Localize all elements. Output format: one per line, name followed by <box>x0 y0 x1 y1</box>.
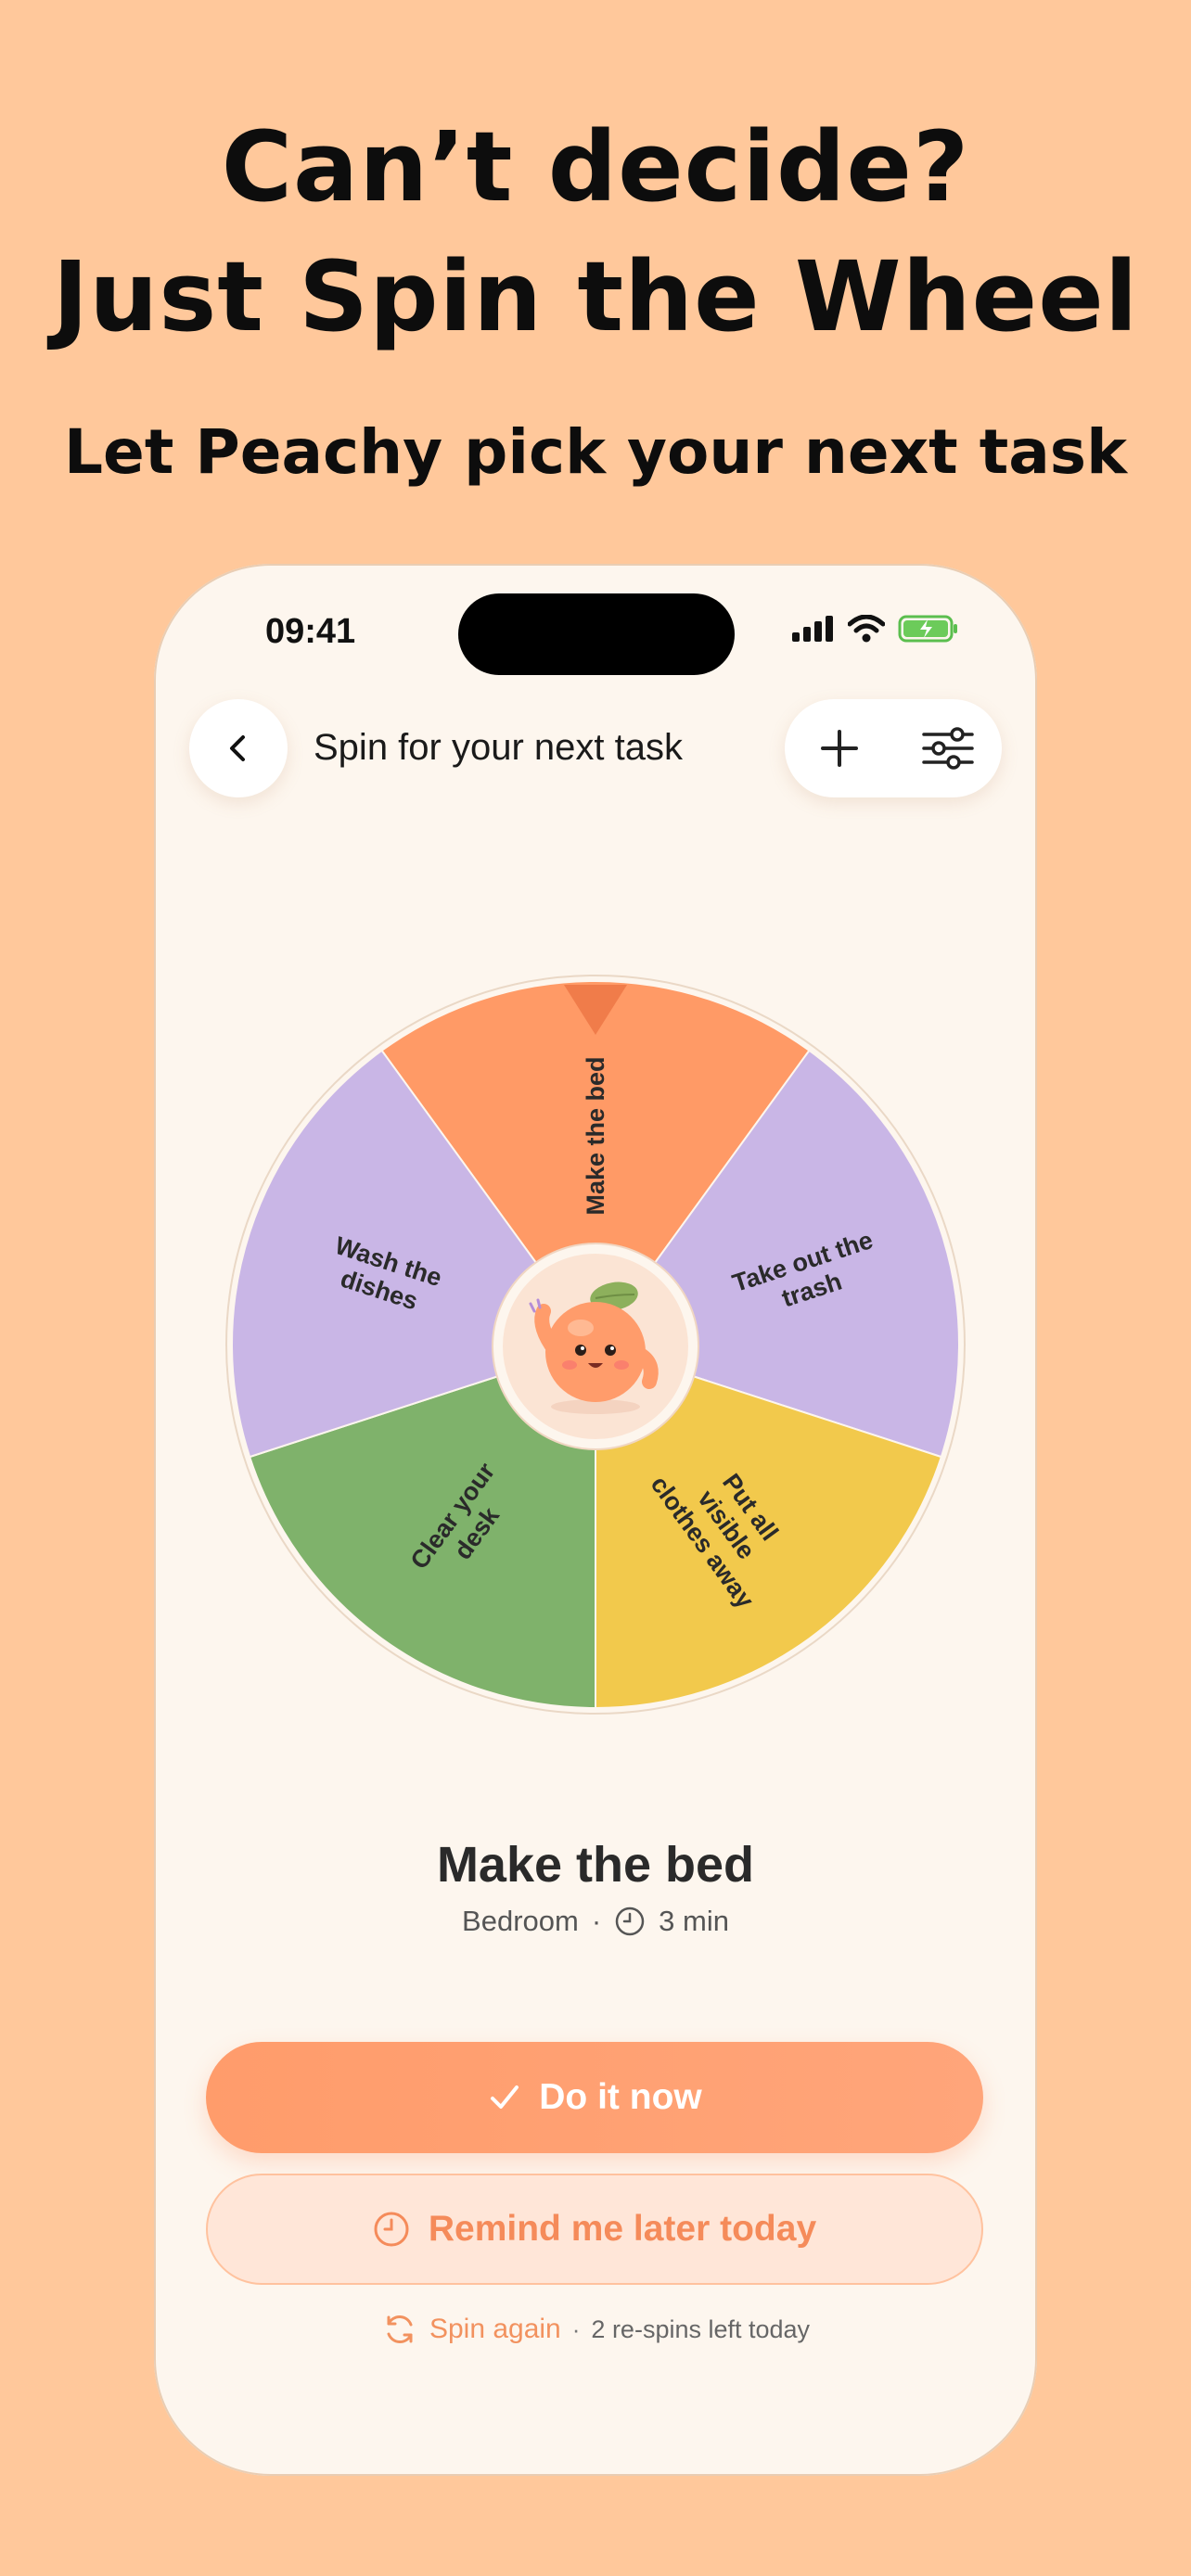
back-button[interactable] <box>189 699 288 797</box>
task-room: Bedroom <box>462 1905 579 1937</box>
checkmark-icon <box>491 2085 519 2109</box>
cellular-signal-icon <box>792 616 833 642</box>
refresh-icon <box>387 2315 413 2344</box>
promo-headline-line1: Can’t decide? <box>221 110 970 223</box>
peach-mascot <box>493 1244 698 1448</box>
selected-task-title: Make the bed <box>436 1837 755 1893</box>
clock-icon <box>615 1906 645 1936</box>
clock-icon <box>374 2212 409 2247</box>
respins-remaining: 2 re-spins left today <box>591 2315 811 2343</box>
spin-again-label: Spin again <box>429 2314 561 2344</box>
battery-charging-icon <box>898 615 957 643</box>
task-duration: 3 min <box>659 1905 729 1937</box>
promo-headline-line2: Just Spin the Wheel <box>52 240 1139 353</box>
do-it-now-label: Do it now <box>539 2077 702 2117</box>
spin-again-link[interactable]: Spin again <box>381 2311 561 2348</box>
filter-settings-button[interactable] <box>911 711 985 785</box>
meta-separator: · <box>591 1905 602 1937</box>
remind-later-label: Remind me later today <box>428 2209 817 2249</box>
header-actions <box>785 699 1002 797</box>
selected-task-meta: Bedroom · 3 min <box>154 1905 1037 1938</box>
spin-separator: · <box>571 2315 581 2343</box>
sliders-icon <box>921 727 974 770</box>
status-time: 09:41 <box>265 612 356 651</box>
peach-mascot-icon <box>529 1282 659 1414</box>
plus-icon <box>820 730 858 767</box>
do-it-now-button[interactable]: Do it now <box>206 2042 983 2153</box>
chevron-left-icon <box>230 735 245 761</box>
remind-later-button[interactable]: Remind me later today <box>206 2174 983 2285</box>
add-task-button[interactable] <box>802 711 877 785</box>
page-title: Spin for your next task <box>314 727 683 768</box>
wheel-segment-label: Make the bed <box>582 1056 609 1215</box>
dynamic-island <box>458 593 735 675</box>
spin-again-row: Spin again · 2 re-spins left today <box>154 2311 1037 2348</box>
top-bar: Spin for your next task <box>154 699 1037 801</box>
spin-wheel[interactable]: Make the bed Take out thetrash Put allvisi… <box>224 974 967 1715</box>
wifi-icon <box>848 615 885 643</box>
promo-subtitle: Let Peachy pick your next task <box>64 416 1127 488</box>
status-icons <box>792 614 959 644</box>
phone-screen: 09:41 Spin for your next task Make the b… <box>154 564 1037 2476</box>
